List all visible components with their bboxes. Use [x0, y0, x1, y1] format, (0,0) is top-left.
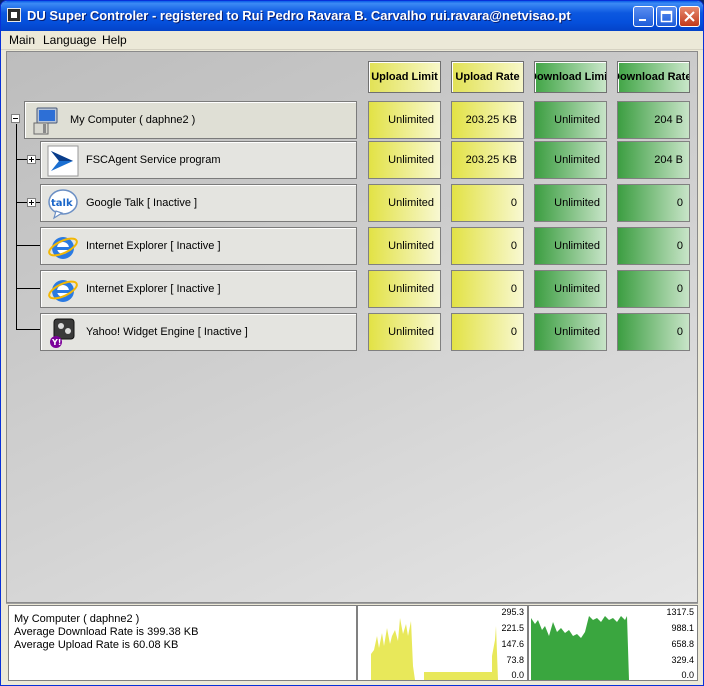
download-rate-graph: 1317.5 988.1 658.8 329.4 0.0 — [528, 605, 698, 681]
column-header-upload-rate[interactable]: Upload Rate — [451, 61, 524, 93]
download-limit-cell[interactable]: Unlimited — [534, 270, 607, 308]
summary-panel: My Computer ( daphne2 ) Average Download… — [8, 605, 357, 681]
process-panel: Upload Limit Upload Rate Download Limit … — [6, 51, 698, 603]
upload-rate-graph: 295.3 221.5 147.6 73.8 0.0 — [357, 605, 528, 681]
collapse-toggle[interactable] — [11, 114, 20, 123]
download-rate-cell: 204 B — [617, 101, 690, 139]
process-name: My Computer ( daphne2 ) — [70, 114, 196, 126]
download-scale-label: 329.4 — [671, 655, 694, 665]
download-rate-cell: 204 B — [617, 141, 690, 179]
upload-limit-cell[interactable]: Unlimited — [368, 141, 441, 179]
upload-rate-cell: 0 — [451, 227, 524, 265]
process-row-google-talk[interactable]: talk Google Talk [ Inactive ] — [40, 184, 357, 222]
upload-scale-label: 0.0 — [511, 670, 524, 680]
title-bar[interactable]: DU Super Controler - registered to Rui P… — [1, 1, 703, 31]
status-panel: My Computer ( daphne2 ) Average Download… — [6, 603, 698, 681]
upload-scale-label: 221.5 — [501, 623, 524, 633]
window-title: DU Super Controler - registered to Rui P… — [27, 8, 571, 23]
download-scale-label: 0.0 — [681, 670, 694, 680]
average-upload-text: Average Upload Rate is 60.08 KB — [14, 639, 179, 651]
computer-icon — [33, 107, 58, 135]
upload-rate-cell: 203.25 KB — [451, 101, 524, 139]
download-scale-label: 988.1 — [671, 623, 694, 633]
column-header-download-limit[interactable]: Download Limit — [534, 61, 607, 93]
process-name: Google Talk [ Inactive ] — [86, 197, 198, 209]
app-icon — [7, 8, 21, 22]
download-limit-cell[interactable]: Unlimited — [534, 227, 607, 265]
tree-connector — [16, 245, 40, 246]
maximize-icon — [660, 10, 673, 23]
google-talk-icon: talk — [48, 189, 78, 220]
download-limit-cell[interactable]: Unlimited — [534, 313, 607, 351]
tree-connector — [16, 329, 40, 330]
download-scale-label: 1317.5 — [666, 607, 694, 617]
download-limit-cell[interactable]: Unlimited — [534, 141, 607, 179]
close-button[interactable] — [679, 6, 700, 27]
upload-scale-label: 73.8 — [506, 655, 524, 665]
close-icon — [684, 11, 695, 22]
upload-limit-cell[interactable]: Unlimited — [368, 101, 441, 139]
upload-rate-cell: 0 — [451, 313, 524, 351]
maximize-button[interactable] — [656, 6, 677, 27]
process-name: FSCAgent Service program — [86, 154, 221, 166]
upload-limit-cell[interactable]: Unlimited — [368, 227, 441, 265]
upload-limit-cell[interactable]: Unlimited — [368, 184, 441, 222]
download-scale-label: 658.8 — [671, 639, 694, 649]
process-row-internet-explorer[interactable]: Internet Explorer [ Inactive ] — [40, 227, 357, 265]
upload-limit-cell[interactable]: Unlimited — [368, 270, 441, 308]
process-name: Internet Explorer [ Inactive ] — [86, 283, 221, 295]
process-row-fscagent[interactable]: FSCAgent Service program — [40, 141, 357, 179]
svg-text:Y!: Y! — [51, 338, 61, 347]
internet-explorer-icon — [48, 280, 78, 302]
expand-toggle[interactable] — [27, 155, 36, 164]
process-name: Internet Explorer [ Inactive ] — [86, 240, 221, 252]
download-rate-cell: 0 — [617, 313, 690, 351]
upload-rate-cell: 203.25 KB — [451, 141, 524, 179]
column-header-download-rate[interactable]: Download Rate — [617, 61, 690, 93]
download-rate-cell: 0 — [617, 270, 690, 308]
upload-scale-label: 147.6 — [501, 639, 524, 649]
tree-connector — [16, 124, 17, 329]
fscagent-icon — [47, 145, 79, 177]
download-rate-cell: 0 — [617, 227, 690, 265]
minimize-icon — [639, 19, 646, 21]
download-limit-cell[interactable]: Unlimited — [534, 184, 607, 222]
svg-text:talk: talk — [51, 198, 73, 209]
main-window: DU Super Controler - registered to Rui P… — [0, 0, 704, 686]
menu-help[interactable]: Help — [102, 33, 127, 47]
upload-rate-cell: 0 — [451, 270, 524, 308]
upload-limit-cell[interactable]: Unlimited — [368, 313, 441, 351]
tree-connector — [16, 288, 40, 289]
upload-rate-cell: 0 — [451, 184, 524, 222]
selected-name: My Computer ( daphne2 ) — [14, 613, 140, 625]
process-row-yahoo-widget-engine[interactable]: Y! Yahoo! Widget Engine [ Inactive ] — [40, 313, 357, 351]
upload-history-area — [424, 626, 498, 680]
download-rate-cell: 0 — [617, 184, 690, 222]
process-row-internet-explorer[interactable]: Internet Explorer [ Inactive ] — [40, 270, 357, 308]
process-row-my-computer[interactable]: My Computer ( daphne2 ) — [24, 101, 357, 139]
upload-history-area — [371, 618, 415, 680]
minimize-button[interactable] — [633, 6, 654, 27]
menu-main[interactable]: Main — [9, 33, 35, 47]
upload-scale-label: 295.3 — [501, 607, 524, 617]
download-limit-cell[interactable]: Unlimited — [534, 101, 607, 139]
average-download-text: Average Download Rate is 399.38 KB — [14, 626, 199, 638]
column-header-upload-limit[interactable]: Upload Limit — [368, 61, 441, 93]
yahoo-widget-icon: Y! — [50, 318, 75, 348]
expand-toggle[interactable] — [27, 198, 36, 207]
menu-bar: Main Language Help — [1, 31, 703, 50]
internet-explorer-icon — [48, 237, 78, 259]
menu-language[interactable]: Language — [43, 33, 96, 47]
process-name: Yahoo! Widget Engine [ Inactive ] — [86, 326, 248, 338]
download-history-area — [531, 616, 629, 680]
